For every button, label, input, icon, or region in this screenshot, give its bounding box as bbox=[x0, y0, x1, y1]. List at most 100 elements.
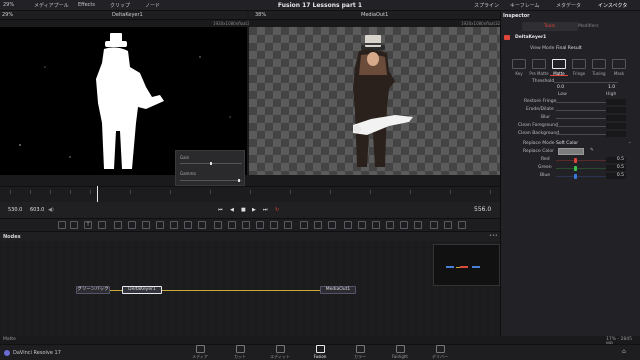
clean-background-field[interactable] bbox=[606, 131, 626, 137]
resize-tool-icon[interactable] bbox=[458, 221, 466, 229]
render-end-field[interactable]: 603.0 bbox=[30, 207, 44, 213]
matte-tab-icon[interactable] bbox=[552, 59, 566, 69]
pre-matte-tab-icon[interactable] bbox=[532, 59, 546, 69]
play-reverse-button[interactable]: ◀ bbox=[230, 207, 234, 213]
image-plane-tool-icon[interactable] bbox=[386, 221, 394, 229]
light-tool-icon[interactable] bbox=[270, 221, 278, 229]
loader-tool-icon[interactable] bbox=[344, 221, 352, 229]
threshold-range-slider[interactable] bbox=[554, 82, 618, 83]
gain-slider-handle[interactable] bbox=[210, 162, 212, 165]
page-media-button[interactable]: メディア bbox=[180, 344, 220, 360]
camera-tool-icon[interactable] bbox=[256, 221, 264, 229]
nodes-options-icon[interactable]: ••• bbox=[489, 233, 498, 239]
red-value-field[interactable]: 0.5 bbox=[606, 157, 626, 163]
tab-modifiers-label[interactable]: Modifiers bbox=[578, 24, 599, 29]
erode-dilate-slider[interactable] bbox=[556, 110, 606, 111]
text-tool-icon[interactable]: T bbox=[84, 221, 92, 229]
channel-booleans-tool-icon[interactable] bbox=[430, 221, 438, 229]
render-start-field[interactable]: 530.0 bbox=[8, 207, 22, 213]
page-deliver-button[interactable]: デリバー bbox=[420, 344, 460, 360]
keyframes-button[interactable]: キーフレーム bbox=[510, 2, 540, 9]
threshold-low-value[interactable]: 0.0 bbox=[557, 85, 564, 90]
play-forward-button[interactable]: ▶ bbox=[252, 207, 256, 213]
replace-mode-dropdown[interactable]: Soft Color bbox=[556, 141, 578, 146]
page-cut-button[interactable]: カット bbox=[220, 344, 260, 360]
text3d-tool-icon[interactable] bbox=[400, 221, 408, 229]
tracker-tool-icon[interactable] bbox=[300, 221, 308, 229]
blue-slider-handle[interactable] bbox=[574, 174, 577, 179]
go-to-start-button[interactable]: ⏮ bbox=[218, 207, 223, 213]
eyedropper-icon[interactable]: ✎ bbox=[590, 148, 594, 153]
subtab-mask[interactable]: Mask bbox=[608, 71, 630, 76]
blue-value-field[interactable]: 0.5 bbox=[606, 173, 626, 179]
blur-field[interactable] bbox=[606, 115, 626, 121]
blur-slider[interactable] bbox=[556, 118, 606, 119]
rectangle-tool-icon[interactable] bbox=[156, 221, 164, 229]
page-fairlight-button[interactable]: Fairlight bbox=[380, 344, 420, 360]
red-slider[interactable] bbox=[556, 160, 606, 161]
3d-tool-icon[interactable] bbox=[242, 221, 250, 229]
timeline-ruler[interactable] bbox=[0, 186, 500, 202]
matte-control-tool-icon[interactable] bbox=[444, 221, 452, 229]
view-mode-dropdown[interactable]: Final Result bbox=[556, 46, 582, 51]
green-slider-handle[interactable] bbox=[574, 166, 577, 171]
inspector-button[interactable]: インスペクタ bbox=[598, 2, 627, 9]
subtab-pre-matte[interactable]: Pre Matte bbox=[528, 71, 550, 76]
node-green-screen[interactable]: グリーンバック bbox=[76, 286, 110, 294]
page-color-button[interactable]: カラー bbox=[340, 344, 380, 360]
page-fusion-button[interactable]: Fusion bbox=[300, 344, 340, 360]
keyer-tool-icon[interactable] bbox=[328, 221, 336, 229]
subtab-fringe[interactable]: Fringe bbox=[568, 71, 590, 76]
background-tool-icon[interactable] bbox=[58, 221, 66, 229]
red-slider-handle[interactable] bbox=[574, 158, 577, 163]
current-frame-field[interactable]: 556.0 bbox=[474, 206, 491, 213]
paint-tool-icon[interactable] bbox=[70, 221, 78, 229]
ellipse-tool-icon[interactable] bbox=[142, 221, 150, 229]
green-slider[interactable] bbox=[556, 168, 606, 169]
gamma-slider[interactable] bbox=[180, 180, 242, 181]
clean-background-slider[interactable] bbox=[556, 134, 606, 135]
chevron-down-icon[interactable]: ⌄ bbox=[628, 140, 632, 145]
node-media-out[interactable]: MediaOut1 bbox=[320, 286, 356, 294]
loop-icon[interactable]: ↻ bbox=[275, 207, 279, 213]
right-viewer-output[interactable] bbox=[249, 27, 500, 175]
transform-tool-icon[interactable] bbox=[198, 221, 206, 229]
polygon-tool-icon[interactable] bbox=[114, 221, 122, 229]
tuning-tab-icon[interactable] bbox=[592, 59, 606, 69]
bspline-tool-icon[interactable] bbox=[128, 221, 136, 229]
node-editor[interactable] bbox=[0, 241, 500, 336]
merge-tool-icon[interactable] bbox=[98, 221, 106, 229]
go-to-end-button[interactable]: ⏭ bbox=[263, 207, 268, 213]
page-edit-button[interactable]: エディット bbox=[260, 344, 300, 360]
subtab-key[interactable]: Key bbox=[508, 71, 530, 76]
saver-tool-icon[interactable] bbox=[358, 221, 366, 229]
erode-dilate-field[interactable] bbox=[606, 107, 626, 113]
node-enable-icon[interactable] bbox=[504, 35, 510, 40]
merge3d-tool-icon[interactable] bbox=[372, 221, 380, 229]
clean-foreground-field[interactable] bbox=[606, 123, 626, 129]
renderer-tool-icon[interactable] bbox=[284, 221, 292, 229]
particles-tool-icon[interactable] bbox=[214, 221, 222, 229]
node-delta-keyer[interactable]: DeltaKeyer1 bbox=[122, 286, 162, 294]
shape-tool-icon[interactable] bbox=[228, 221, 236, 229]
green-value-field[interactable]: 0.5 bbox=[606, 165, 626, 171]
fast-noise-tool-icon[interactable] bbox=[414, 221, 422, 229]
audio-icon[interactable]: ◀) bbox=[48, 207, 54, 213]
blue-slider[interactable] bbox=[556, 176, 606, 177]
threshold-high-value[interactable]: 1.0 bbox=[608, 85, 615, 90]
key-tab-icon[interactable] bbox=[512, 59, 526, 69]
stop-button[interactable]: ■ bbox=[241, 207, 246, 213]
home-icon[interactable]: ⌂ bbox=[622, 348, 626, 355]
replace-color-swatch[interactable] bbox=[558, 148, 584, 155]
color-corrector-icon[interactable] bbox=[184, 221, 192, 229]
zoom-level-left-viewer[interactable]: 29% bbox=[2, 12, 13, 18]
restore-fringe-field[interactable] bbox=[606, 99, 626, 105]
node-minimap[interactable] bbox=[433, 244, 500, 286]
planar-tool-icon[interactable] bbox=[314, 221, 322, 229]
gamma-slider-handle[interactable] bbox=[238, 179, 240, 182]
restore-fringe-slider[interactable] bbox=[556, 102, 606, 103]
playhead[interactable] bbox=[97, 186, 98, 202]
zoom-level-right-viewer[interactable]: 38% bbox=[255, 12, 266, 18]
fringe-tab-icon[interactable] bbox=[572, 59, 586, 69]
blur-tool-icon[interactable] bbox=[170, 221, 178, 229]
